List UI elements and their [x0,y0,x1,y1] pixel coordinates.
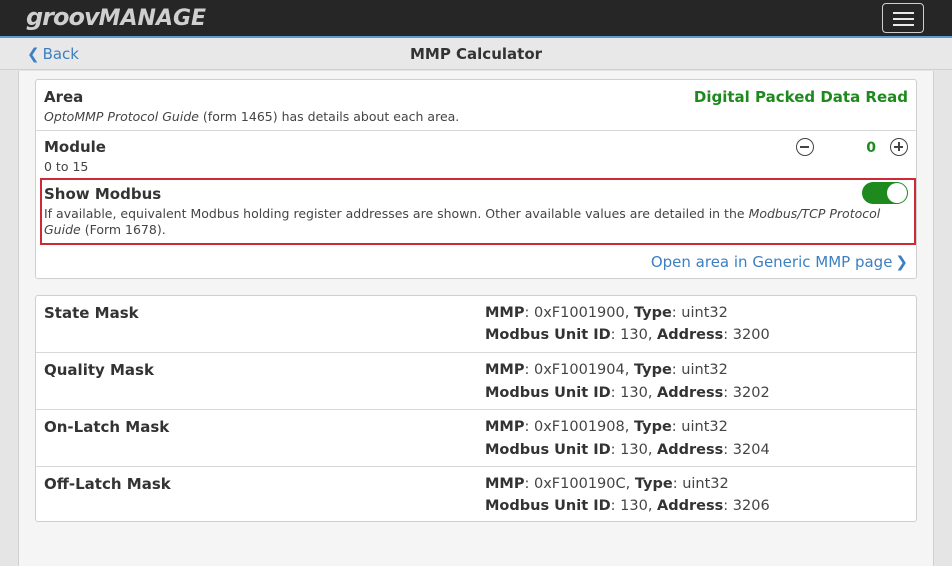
register-mmp: MMP: 0xF1001908, Type: uint32 [485,419,728,435]
content-area: Area OptoMMP Protocol Guide (form 1465) … [18,71,934,566]
register-mmp: MMP: 0xF100190C, Type: uint32 [485,476,729,492]
register-name: Quality Mask [44,361,154,379]
area-select[interactable]: Digital Packed Data Read [694,87,908,107]
module-stepper: 0 [796,138,908,160]
area-label: Area [44,88,84,106]
module-label: Module [44,138,106,156]
register-modbus: Modbus Unit ID: 130, Address: 3206 [485,498,770,514]
minus-circle-icon[interactable] [796,138,814,156]
register-name: On-Latch Mask [44,418,170,436]
register-name: Off-Latch Mask [44,475,171,493]
register-mmp: MMP: 0xF1001904, Type: uint32 [485,362,728,378]
table-row: On-Latch Mask MMP: 0xF1001908, Type: uin… [36,409,916,466]
hamburger-icon [893,12,914,14]
module-value[interactable]: 0 [832,138,876,158]
page-title: MMP Calculator [409,45,543,63]
registers-card: State Mask MMP: 0xF1001900, Type: uint32… [35,295,917,522]
area-row: Area OptoMMP Protocol Guide (form 1465) … [36,80,916,130]
register-modbus: Modbus Unit ID: 130, Address: 3202 [485,385,770,401]
settings-card: Area OptoMMP Protocol Guide (form 1465) … [35,79,917,279]
link-row: Open area in Generic MMP page ❯ [36,245,916,279]
table-row: State Mask MMP: 0xF1001900, Type: uint32… [36,296,916,352]
groov-manage-logo[interactable]: groovMANAGE [26,3,206,33]
top-navbar: groovMANAGE [0,0,952,36]
register-modbus: Modbus Unit ID: 130, Address: 3200 [485,327,770,343]
table-row: Quality Mask MMP: 0xF1001904, Type: uint… [36,352,916,409]
highlight-box [40,178,916,245]
module-row: Module 0 to 15 0 [36,130,916,178]
page-header: ❮ Back MMP Calculator [0,38,952,70]
plus-circle-icon[interactable] [890,138,908,156]
register-mmp: MMP: 0xF1001900, Type: uint32 [485,305,728,321]
chevron-right-icon: ❯ [895,253,908,271]
register-name: State Mask [44,304,139,322]
table-row: Off-Latch Mask MMP: 0xF100190C, Type: ui… [36,466,916,522]
area-description: OptoMMP Protocol Guide (form 1465) has d… [44,109,460,124]
hamburger-menu-button[interactable] [882,3,924,33]
open-generic-mmp-link[interactable]: Open area in Generic MMP page ❯ [651,252,908,272]
module-range: 0 to 15 [44,159,89,174]
register-modbus: Modbus Unit ID: 130, Address: 3204 [485,442,770,458]
